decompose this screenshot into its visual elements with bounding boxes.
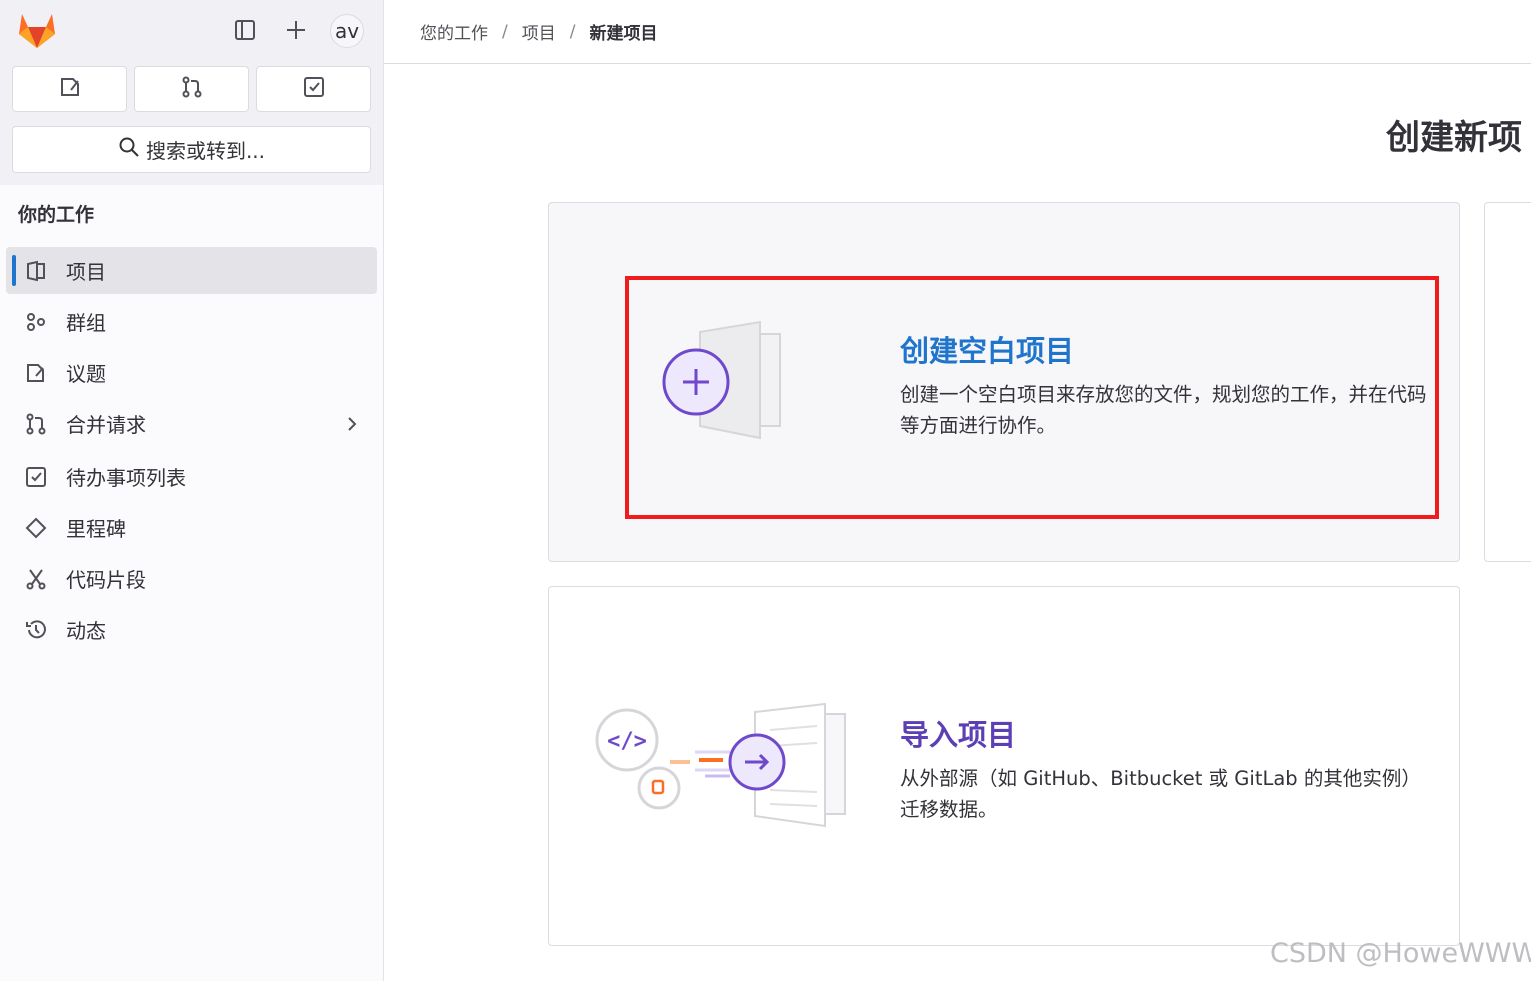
sidebar-item-groups[interactable]: 群组 xyxy=(6,298,377,345)
merge-request-icon xyxy=(24,412,48,436)
sidebar-header: av 搜索或转到... xyxy=(0,0,383,185)
import-project-illustration-icon: </> xyxy=(595,700,855,839)
sidebar-item-label: 合并请求 xyxy=(66,413,146,437)
history-icon xyxy=(24,618,48,642)
todo-icon xyxy=(24,465,48,489)
search-icon xyxy=(118,136,140,163)
gitlab-logo-icon[interactable] xyxy=(16,10,58,50)
import-project-title[interactable]: 导入项目 xyxy=(900,712,1016,754)
sidebar: av 搜索或转到... 你的工作 项目 群组 议题 合并请求 待办事项列表 里程… xyxy=(0,0,384,981)
sidebar-item-activity[interactable]: 动态 xyxy=(6,606,377,653)
sidebar-toggle-icon[interactable] xyxy=(228,14,262,46)
next-option-card[interactable] xyxy=(1484,202,1531,562)
sidebar-item-label: 动态 xyxy=(66,619,106,643)
merge-request-icon xyxy=(180,75,204,103)
snippet-icon xyxy=(24,567,48,591)
milestone-icon xyxy=(24,516,48,540)
breadcrumb: 您的工作 / 项目 / 新建项目 xyxy=(384,0,1531,64)
search-button[interactable]: 搜索或转到... xyxy=(12,126,371,173)
sidebar-item-todo[interactable]: 待办事项列表 xyxy=(6,453,377,500)
sidebar-item-snippets[interactable]: 代码片段 xyxy=(6,555,377,602)
sidebar-item-issues[interactable]: 议题 xyxy=(6,349,377,396)
highlight-box xyxy=(625,276,1439,519)
sidebar-item-label: 代码片段 xyxy=(66,568,146,592)
plus-icon[interactable] xyxy=(279,14,313,46)
sidebar-item-label: 项目 xyxy=(66,260,106,284)
sidebar-item-milestones[interactable]: 里程碑 xyxy=(6,504,377,551)
page-title: 创建新项 xyxy=(1386,118,1522,158)
svg-text:</>: </> xyxy=(607,729,647,754)
breadcrumb-projects[interactable]: 项目 xyxy=(522,19,556,44)
sidebar-nav: 项目 群组 议题 合并请求 待办事项列表 里程碑 代码片段 动态 xyxy=(6,247,377,657)
issues-icon xyxy=(58,75,82,103)
sidebar-item-projects[interactable]: 项目 xyxy=(6,247,377,294)
sidebar-item-label: 议题 xyxy=(66,362,106,386)
sidebar-item-merge-requests[interactable]: 合并请求 xyxy=(6,400,377,447)
section-title: 你的工作 xyxy=(18,204,95,226)
breadcrumb-separator: / xyxy=(569,21,576,42)
search-label: 搜索或转到... xyxy=(145,139,266,163)
user-avatar[interactable]: av xyxy=(330,14,364,48)
group-icon xyxy=(24,310,48,334)
project-icon xyxy=(24,259,48,283)
breadcrumb-separator: / xyxy=(502,21,508,42)
issues-quick-button[interactable] xyxy=(12,66,127,112)
breadcrumb-current[interactable]: 新建项目 xyxy=(589,19,657,44)
issues-icon xyxy=(24,361,48,385)
breadcrumb-your-work[interactable]: 您的工作 xyxy=(420,19,488,44)
watermark: CSDN @HoweWWW xyxy=(1270,938,1531,969)
import-project-description: 从外部源（如 GitHub、Bitbucket 或 GitLab 的其他实例）迁… xyxy=(900,767,1421,821)
todo-icon xyxy=(302,75,326,103)
chevron-right-icon xyxy=(345,414,359,438)
sidebar-item-label: 群组 xyxy=(66,311,106,335)
sidebar-item-label: 里程碑 xyxy=(66,517,126,541)
merge-requests-quick-button[interactable] xyxy=(134,66,249,112)
todo-quick-button[interactable] xyxy=(256,66,371,112)
sidebar-item-label: 待办事项列表 xyxy=(66,466,186,490)
